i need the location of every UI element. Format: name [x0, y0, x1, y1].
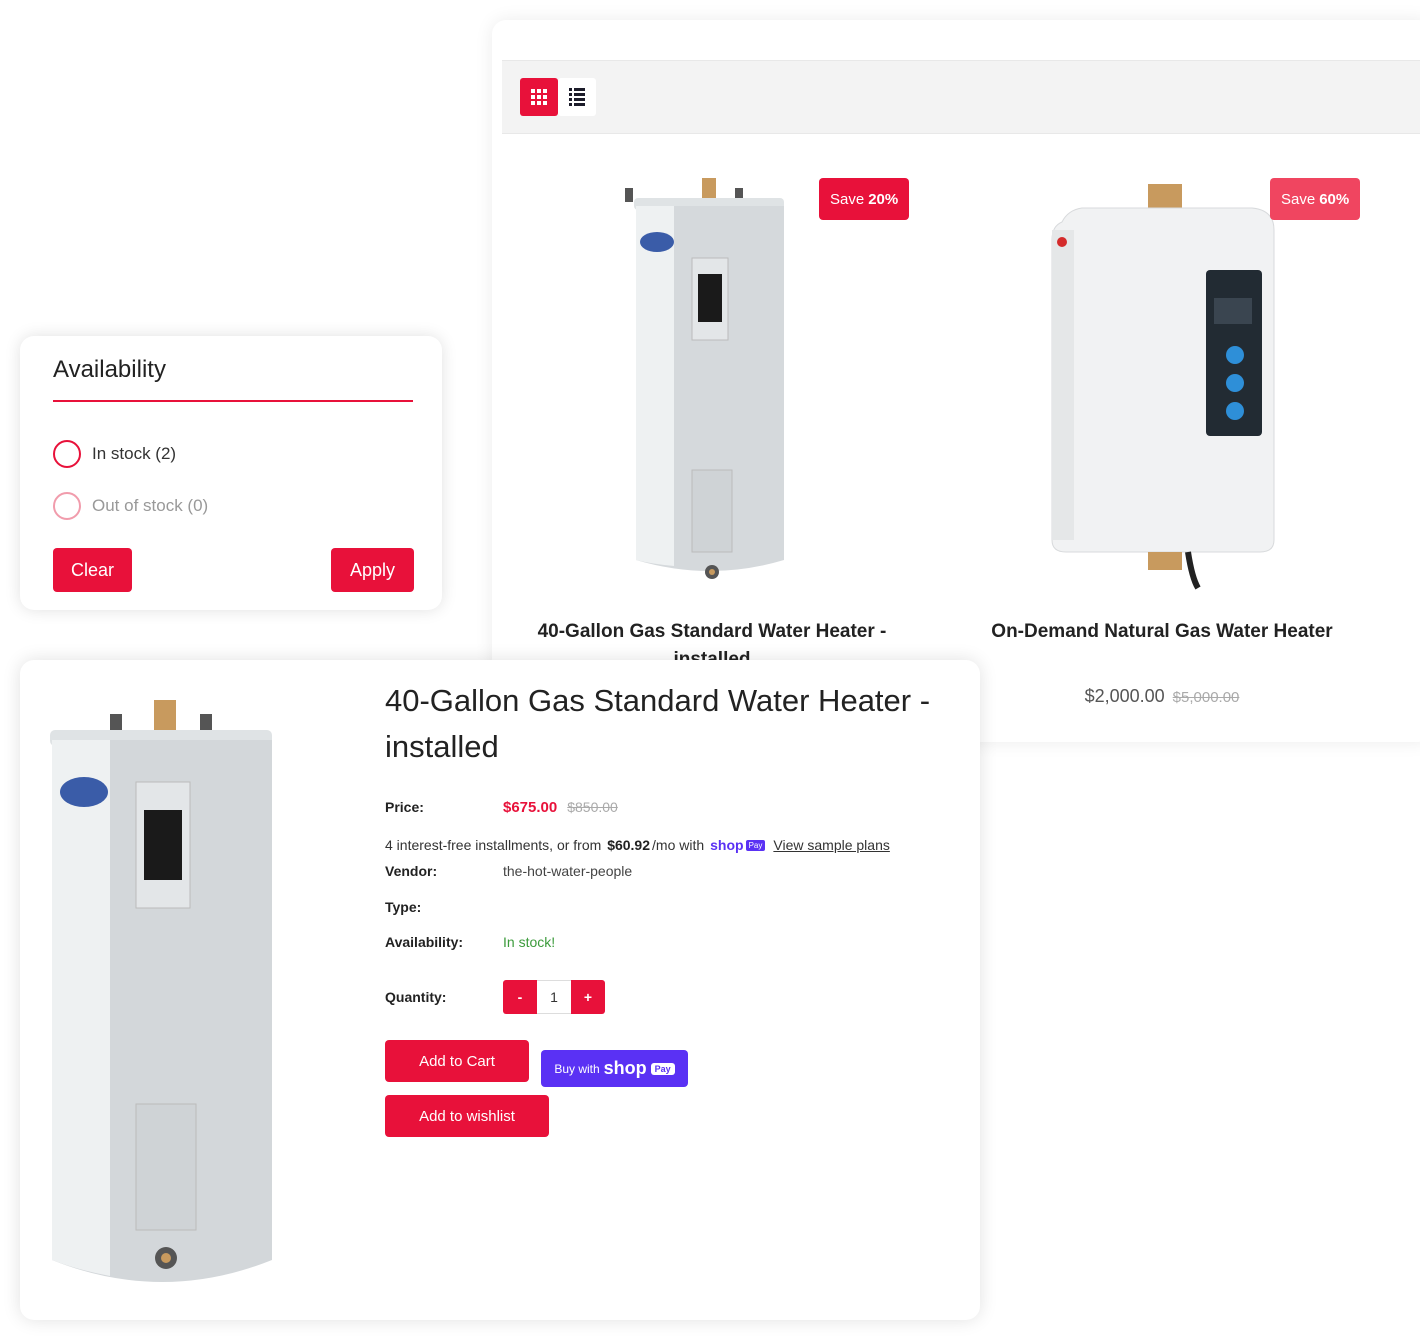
product-title: 40-Gallon Gas Standard Water Heater - in…: [385, 683, 931, 764]
grid-icon: [531, 89, 547, 105]
list-icon: [569, 88, 585, 106]
tankless-water-heater-image[interactable]: Save 60%: [952, 170, 1372, 590]
filter-divider: [53, 400, 413, 402]
buy-with-label: Buy with: [554, 1061, 600, 1076]
installments-amount: $60.92: [607, 837, 651, 853]
view-toolbar: [502, 60, 1420, 134]
quantity-increase-button[interactable]: +: [571, 980, 605, 1014]
save-badge-percent: 60%: [1319, 190, 1350, 208]
tank-water-heater-image[interactable]: Save 20%: [502, 170, 922, 590]
vendor-value: the-hot-water-people: [503, 863, 633, 879]
installments-prefix: 4 interest-free installments, or from: [385, 837, 602, 853]
shop-pay-logo: shop: [710, 837, 744, 853]
apply-button[interactable]: Apply: [331, 548, 414, 592]
add-to-wishlist-button[interactable]: Add to wishlist: [385, 1095, 549, 1137]
sale-price: $2,000.00: [1084, 686, 1165, 706]
grid-view-button[interactable]: [520, 78, 558, 116]
availability-value: In stock!: [503, 934, 556, 950]
filter-option-in-stock[interactable]: In stock (2): [53, 440, 176, 468]
filter-option-out-of-stock[interactable]: Out of stock (0): [53, 492, 208, 520]
shop-pay-logo: shop: [603, 1058, 647, 1078]
save-badge-prefix: Save: [830, 190, 865, 208]
pay-tag: Pay: [650, 1062, 675, 1075]
view-sample-plans-link[interactable]: View sample plans: [773, 837, 889, 853]
product-title-link[interactable]: On-Demand Natural Gas Water Heater: [952, 618, 1372, 646]
quantity-decrease-button[interactable]: -: [503, 980, 537, 1014]
save-badge-prefix: Save: [1281, 190, 1316, 208]
filter-option-label: In stock (2): [92, 444, 177, 463]
radio-button[interactable]: [53, 492, 81, 520]
availability-label: Availability:: [385, 934, 464, 950]
availability-filter: Availability In stock (2) Out of stock (…: [20, 336, 442, 610]
product-detail-card: 40-Gallon Gas Standard Water Heater - in…: [20, 660, 980, 1320]
installments-info: 4 interest-free installments, or from $6…: [385, 837, 890, 853]
type-label: Type:: [385, 899, 422, 915]
compare-price: $850.00: [567, 799, 618, 815]
product-price: $2,000.00 $5,000.00: [952, 686, 1372, 707]
quantity-label: Quantity:: [385, 989, 447, 1005]
compare-price: $5,000.00: [1172, 689, 1240, 706]
save-badge: Save 60%: [1270, 178, 1361, 220]
add-to-cart-button[interactable]: Add to Cart: [385, 1040, 529, 1082]
quantity-input[interactable]: 1: [537, 980, 571, 1014]
save-badge: Save 20%: [819, 178, 910, 220]
installments-suffix: /mo with: [652, 837, 705, 853]
vendor-label: Vendor:: [385, 863, 438, 879]
list-view-button[interactable]: [558, 78, 596, 116]
radio-button[interactable]: [53, 440, 81, 468]
clear-button[interactable]: Clear: [53, 548, 132, 592]
product-card[interactable]: Save 20% 40-Gallon Gas Standard Water He…: [502, 170, 922, 670]
product-grid-panel: Save 20% 40-Gallon Gas Standard Water He…: [492, 20, 1420, 742]
filter-title: Availability: [53, 356, 166, 383]
filter-option-label: Out of stock (0): [92, 496, 209, 515]
product-card[interactable]: Save 60% On-Demand Natural Gas Water Hea…: [952, 170, 1372, 706]
save-badge-percent: 20%: [868, 190, 899, 208]
buy-with-shop-pay-button[interactable]: Buy with shop Pay: [541, 1050, 688, 1087]
product-price: $675.00 $850.00: [503, 799, 618, 816]
sale-price: $675.00: [503, 799, 558, 816]
pay-tag: Pay: [745, 839, 766, 851]
product-main-image: [30, 680, 360, 1310]
price-label: Price:: [385, 799, 424, 815]
quantity-stepper: - 1 +: [503, 980, 605, 1014]
